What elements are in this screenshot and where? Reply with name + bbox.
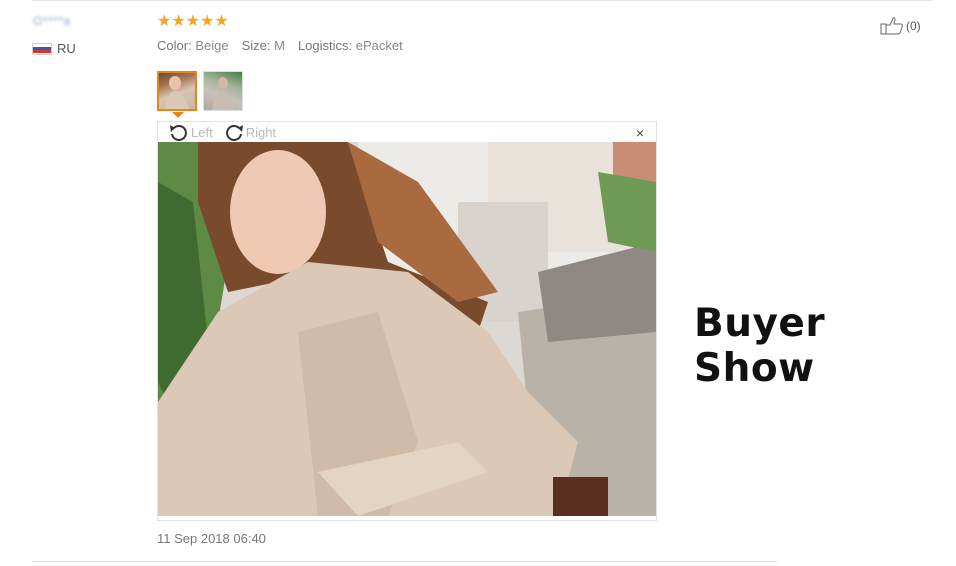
flag-ru-icon (32, 42, 52, 55)
star-icon: ★ (185, 13, 201, 30)
reviewer-name: O****a (33, 14, 71, 28)
review-date: 11 Sep 2018 06:40 (157, 531, 266, 546)
buyer-show-watermark: Buyer Show (694, 301, 826, 391)
review-photo-image (158, 142, 656, 516)
rotate-left-label: Left (191, 124, 213, 140)
review-thumbnail[interactable] (203, 71, 243, 111)
reviewer-country: RU (32, 41, 76, 56)
rotate-right-button[interactable]: Right (223, 123, 276, 141)
active-thumbnail-pointer (172, 112, 184, 118)
star-icon: ★ (157, 13, 172, 30)
star-icon: ★ (171, 13, 186, 30)
close-viewer-button[interactable]: × (636, 125, 644, 141)
review-image-thumbnails (157, 71, 243, 111)
rotate-right-label: Right (245, 124, 277, 140)
helpful-count: (0) (906, 19, 921, 33)
review-thumbnail[interactable] (157, 71, 197, 111)
order-attributes: Color: Beige Size: M Logistics: ePacket (157, 38, 403, 53)
thumbs-up-icon (880, 17, 903, 35)
image-viewer: Left Right × (157, 121, 657, 521)
star-rating: ★ ★ ★ ★ ★ (157, 13, 229, 31)
rotate-left-button[interactable]: Left (168, 123, 213, 141)
attr-size: Size: M (241, 38, 285, 53)
top-divider (32, 0, 932, 1)
attr-color: Color: Beige (157, 38, 229, 53)
rotate-left-icon (170, 125, 187, 141)
rotate-right-icon (225, 125, 243, 141)
star-icon: ★ (214, 13, 229, 30)
bottom-divider (32, 561, 777, 562)
helpful-button[interactable]: (0) (880, 16, 921, 36)
attr-logistics: Logistics: ePacket (297, 38, 403, 53)
review-photo (158, 142, 656, 516)
viewer-toolbar: Left Right (168, 123, 276, 141)
country-code: RU (57, 41, 76, 56)
star-icon: ★ (200, 13, 215, 30)
